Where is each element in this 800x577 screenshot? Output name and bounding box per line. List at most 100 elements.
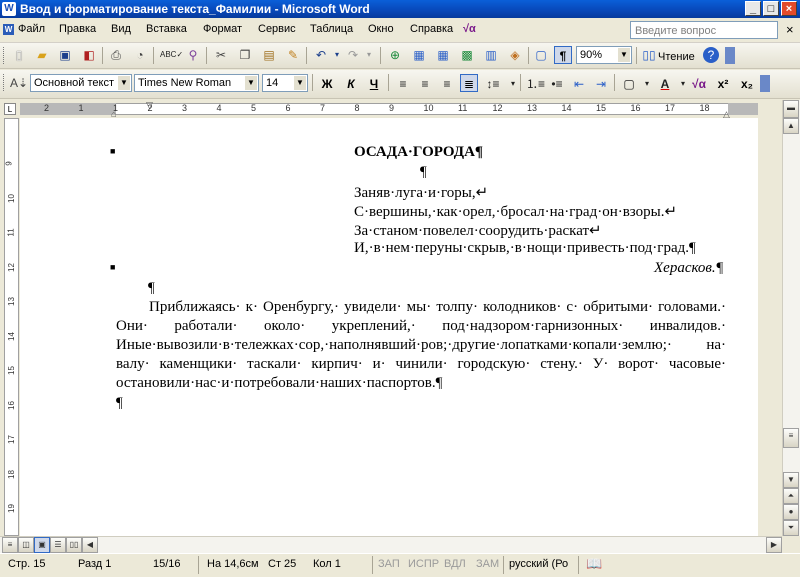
scroll-right-icon[interactable]: ▶ [766,537,782,553]
hyperlink-icon[interactable]: ⊕ [386,46,404,64]
pilcrow-mark[interactable]: ¶ [116,395,123,412]
line-spacing-icon[interactable]: ↕≡ [484,75,502,93]
document-page[interactable]: ■ ОСАДА·ГОРОДА¶ ¶ Заняв·луга·и·горы,↵ С·… [20,118,758,536]
italic-button[interactable]: К [342,75,360,93]
minimize-button[interactable]: _ [745,1,761,16]
vertical-ruler[interactable]: 91011121314151617181920 [4,118,19,547]
menu-file[interactable]: Файл [18,23,45,35]
status-record-macro[interactable]: ЗАП [378,558,400,570]
verse-line-3[interactable]: За·станом·повелел·соорудить·раскат↵ [354,221,602,240]
next-page-icon[interactable]: ⏷ [783,520,799,536]
menu-table[interactable]: Таблица [310,23,353,35]
font-color-icon[interactable]: A [656,75,674,93]
menu-insert[interactable]: Вставка [146,23,187,35]
menu-tools[interactable]: Сервис [258,23,296,35]
horizontal-scrollbar[interactable]: ≡ ◫ ▣ ☰ ▯▯ ◀ ▶ [0,536,782,554]
status-column[interactable]: Кол 1 [313,558,341,570]
decrease-indent-icon[interactable]: ⇤ [570,75,588,93]
close-window-button[interactable]: × [781,1,797,16]
chevron-down-icon[interactable]: ▼ [118,76,130,90]
menu-view[interactable]: Вид [111,23,131,35]
drawing-icon[interactable]: ◈ [506,46,524,64]
vertical-scrollbar[interactable]: ▬ ▲ ≡ ▼ ⏶ ● ⏷ [782,100,800,536]
verse-line-2[interactable]: С·вершины,·как·орел,·бросал·на·град·он·в… [354,202,677,221]
pilcrow-mark[interactable]: ¶ [148,280,155,297]
status-line[interactable]: Ст 25 [268,558,296,570]
equation-icon[interactable]: √α [690,75,708,93]
status-overtype[interactable]: ЗАМ [476,558,499,570]
format-painter-icon[interactable]: ✎ [284,46,302,64]
new-document-icon[interactable]: ▯ [10,46,28,64]
print-preview-icon[interactable]: ◔ [131,46,149,64]
toolbar-options-icon[interactable] [760,75,770,92]
outline-view-icon[interactable]: ☰ [50,537,66,553]
web-layout-icon[interactable]: ◫ [18,537,34,553]
style-select[interactable]: Основной текст ▼ [30,74,132,92]
chevron-down-icon[interactable]: ▼ [294,76,306,90]
reading-mode-label[interactable]: Чтение [658,51,695,63]
body-paragraph[interactable]: Приближаясь· к· Оренбургу,· увидели· мы·… [116,298,726,393]
pilcrow-mark[interactable]: ¶ [420,164,427,181]
status-track-changes[interactable]: ИСПР [408,558,439,570]
split-box-icon[interactable]: ▬ [783,100,799,118]
document-icon[interactable]: W [3,24,14,35]
menu-help[interactable]: Справка [410,23,453,35]
redo-dropdown-icon[interactable]: ▾ [360,46,378,64]
toolbar-grip[interactable] [3,47,7,64]
scroll-left-icon[interactable]: ◀ [82,537,98,553]
chevron-down-icon[interactable]: ▼ [618,48,630,62]
menu-edit[interactable]: Правка [59,23,96,35]
verse-line-4[interactable]: И,·в·нем·перуны·скрыв,·в·нощи·привесть·п… [354,240,696,257]
status-pages[interactable]: 15/16 [153,558,181,570]
browse-object-icon[interactable]: ● [783,504,799,520]
tables-borders-icon[interactable]: ▦ [410,46,428,64]
insert-table-icon[interactable]: ▦ [434,46,452,64]
print-layout-icon[interactable]: ▣ [34,537,50,553]
menu-window[interactable]: Окно [368,23,394,35]
paste-icon[interactable]: ▤ [260,46,278,64]
reading-mode-icon[interactable]: ▯▯ [640,46,658,64]
bullets-icon[interactable]: •≡ [548,75,566,93]
align-right-icon[interactable]: ≡ [438,75,456,93]
help-question-input[interactable]: Введите вопрос [630,21,778,39]
tab-selector-icon[interactable]: L [4,103,16,115]
verse-line-1[interactable]: Заняв·луга·и·горы,↵ [354,183,488,202]
spelling-icon[interactable]: ABC✓ [160,46,183,64]
scroll-up-icon[interactable]: ▲ [783,118,799,134]
increase-indent-icon[interactable]: ⇥ [592,75,610,93]
superscript-icon[interactable]: x² [714,75,732,93]
status-page[interactable]: Стр. 15 [8,558,45,570]
status-language[interactable]: русский (Ро [509,558,568,570]
document-map-icon[interactable]: ▢ [532,46,550,64]
status-extend[interactable]: ВДЛ [444,558,466,570]
menu-format[interactable]: Формат [203,23,242,35]
scroll-thumb[interactable]: ≡ [783,428,799,448]
bold-button[interactable]: Ж [318,75,336,93]
equation-menu-icon[interactable]: √α [463,23,476,35]
spelling-status-icon[interactable]: 📖 [586,556,602,572]
document-heading[interactable]: ОСАДА·ГОРОДА¶ [354,144,483,161]
font-select[interactable]: Times New Roman ▼ [134,74,259,92]
status-position[interactable]: На 14,6см [207,558,259,570]
chevron-down-icon[interactable]: ▼ [245,76,257,90]
research-icon[interactable]: ⚲ [184,46,202,64]
author-line[interactable]: Херасков.¶ [654,260,724,277]
align-center-icon[interactable]: ≡ [416,75,434,93]
zoom-select[interactable]: 90% ▼ [576,46,632,64]
normal-view-icon[interactable]: ≡ [2,537,18,553]
save-icon[interactable]: ▣ [56,46,74,64]
numbering-icon[interactable]: ⒈≡ [526,75,545,93]
reading-layout-icon[interactable]: ▯▯ [66,537,82,553]
help-icon[interactable]: ? [703,47,719,63]
borders-icon[interactable]: ▢ [620,75,638,93]
underline-button[interactable]: Ч [365,75,383,93]
previous-page-icon[interactable]: ⏶ [783,488,799,504]
toolbar-grip[interactable] [3,74,7,91]
justify-icon[interactable]: ≣ [460,74,478,92]
insert-excel-icon[interactable]: ▩ [458,46,476,64]
status-section[interactable]: Разд 1 [78,558,111,570]
borders-dropdown-icon[interactable]: ▾ [638,75,656,93]
columns-icon[interactable]: ▥ [482,46,500,64]
font-size-select[interactable]: 14 ▼ [262,74,308,92]
copy-icon[interactable]: ❐ [236,46,254,64]
